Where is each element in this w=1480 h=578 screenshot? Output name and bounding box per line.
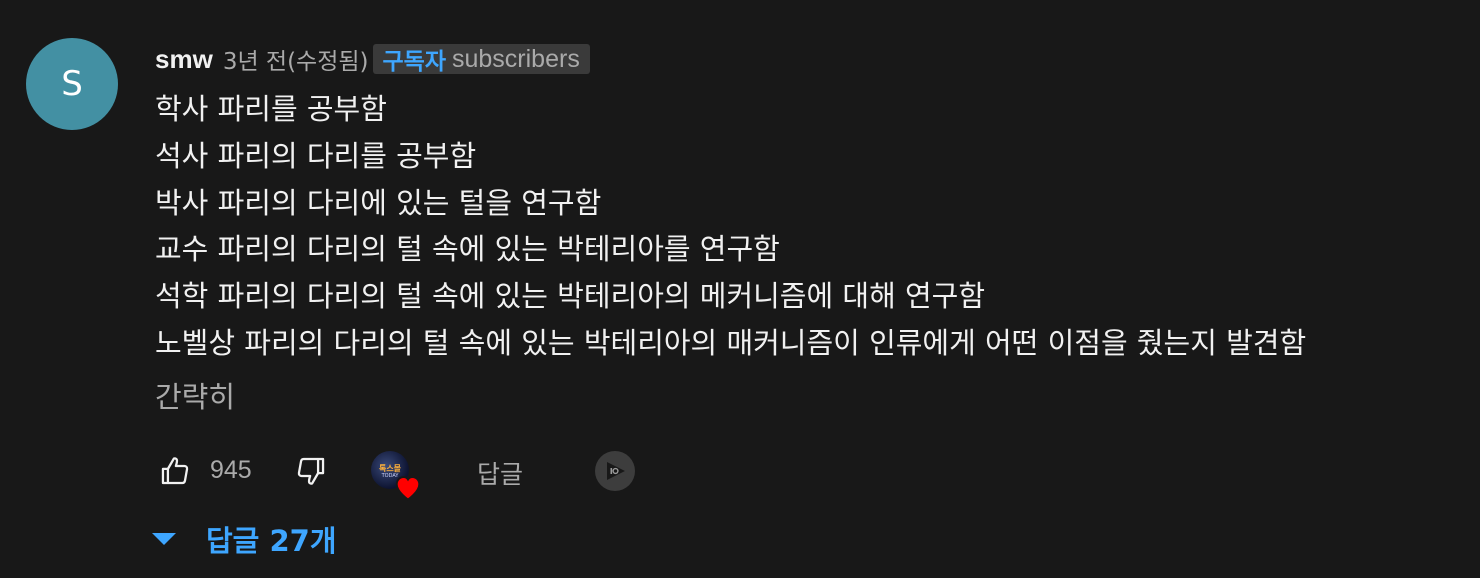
view-replies-button[interactable]: 답글 27개 (150, 516, 337, 562)
avatar-initial: S (61, 64, 83, 104)
comment-line: 교수 파리의 다리의 털 속에 있는 박테리아를 연구함 (155, 232, 780, 267)
subscriber-badge-sublabel: subscribers (452, 44, 580, 73)
creator-heart-icon (395, 476, 421, 501)
comment-body: 학사 파리를 공부함 석사 파리의 다리를 공부함 박사 파리의 다리에 있는 … (155, 86, 1306, 367)
replies-count-label: 답글 27개 (206, 524, 337, 558)
collapse-button[interactable]: 간략히 (155, 374, 235, 416)
author-name[interactable]: smw (155, 44, 213, 75)
thumbs-down-icon (297, 457, 325, 485)
author-avatar[interactable]: S (26, 38, 118, 130)
creator-heart: 톡스몰 TODAY (371, 451, 427, 505)
comment-line: 석사 파리의 다리를 공부함 (155, 138, 477, 173)
comment-timestamp[interactable]: 3년 전(수정됨) (223, 42, 369, 76)
like-button[interactable] (155, 451, 195, 491)
caret-down-icon (152, 533, 176, 545)
subscriber-badge: 구독자 subscribers (372, 44, 590, 75)
comment-thread: S smw 3년 전(수정됨) 구독자 subscribers 학사 파리를 공… (0, 0, 1480, 578)
comment-header: smw 3년 전(수정됨) 구독자 subscribers (155, 42, 590, 76)
subscriber-badge-label: 구독자 (382, 49, 446, 75)
thumbs-up-icon (161, 457, 189, 485)
comment-line: 노벨상 파리의 다리의 털 속에 있는 박테리아의 매커니즘이 인류에게 어떤 … (155, 325, 1307, 360)
ai-summary-button[interactable] (595, 451, 635, 491)
dislike-button[interactable] (291, 451, 331, 491)
comment-line: 석학 파리의 다리의 털 속에 있는 박테리아의 메커니즘에 대해 연구함 (155, 279, 986, 314)
comment-line: 박사 파리의 다리에 있는 털을 연구함 (155, 185, 602, 220)
like-count: 945 (210, 456, 252, 484)
comment-actions: 945 톡스몰 TODAY 답글 (155, 447, 675, 501)
comment-line: 학사 파리를 공부함 (155, 92, 387, 126)
ai-summary-icon (607, 462, 625, 480)
reply-button[interactable]: 답글 (477, 455, 523, 491)
